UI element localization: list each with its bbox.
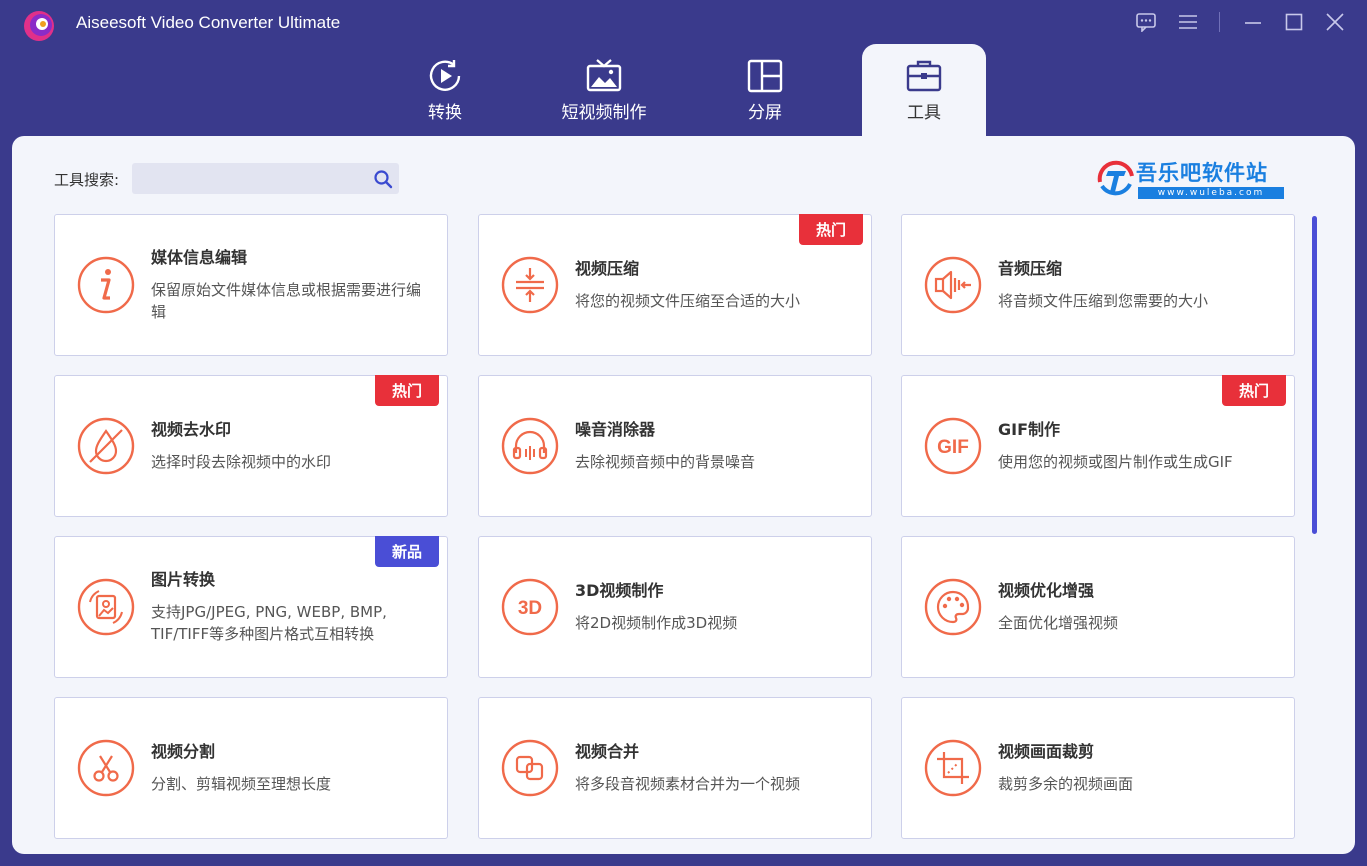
tab-collage-label: 分屏: [748, 103, 782, 123]
title-separator: [1219, 12, 1220, 32]
tool-title: 视频画面裁剪: [998, 742, 1095, 761]
crop-icon: [924, 739, 982, 797]
3d-icon: 3D: [501, 578, 559, 636]
search-label: 工具搜索:: [54, 171, 120, 189]
tool-desc: 支持JPG/JPEG, PNG, WEBP, BMP, TIF/TIFF等多种图…: [151, 603, 387, 643]
chat-icon: [1136, 13, 1156, 32]
tab-convert[interactable]: 转换: [404, 44, 486, 136]
close-button[interactable]: [1322, 10, 1348, 34]
tab-toolbox-label: 工具: [907, 103, 941, 123]
tool-card-video-trimmer[interactable]: 视频分割 分割、剪辑视频至理想长度: [54, 697, 448, 839]
tool-title: 音频压缩: [998, 259, 1063, 278]
tab-collage[interactable]: 分屏: [724, 44, 806, 136]
app-logo-icon: [24, 11, 54, 41]
tool-desc: 将您的视频文件压缩至合适的大小: [575, 292, 801, 310]
watermark-name: 吾乐吧软件站: [1136, 161, 1268, 185]
close-icon: [1326, 13, 1344, 31]
collage-icon: [747, 59, 783, 93]
tool-title: 视频压缩: [575, 259, 640, 278]
tool-desc: 将多段音视频素材合并为一个视频: [575, 775, 801, 793]
tool-desc: 将音频文件压缩到您需要的大小: [998, 292, 1209, 310]
info-icon: [77, 256, 135, 314]
tool-card-video-compressor[interactable]: 热门 视频压缩 将您的视频文件压缩至合适的大小: [478, 214, 872, 356]
audio-compress-icon: [924, 256, 982, 314]
headphones-icon: [501, 417, 559, 475]
tool-title: 媒体信息编辑: [151, 248, 248, 267]
gif-icon: GIF: [924, 417, 982, 475]
tool-card-image-converter[interactable]: 新品 图片转换 支持JPG/JPEG, PNG, WEBP, BMP, TIF/…: [54, 536, 448, 678]
tool-title: GIF制作: [998, 420, 1061, 439]
tool-desc: 保留原始文件媒体信息或根据需要进行编辑: [151, 281, 422, 321]
toolbox-panel: 工具搜索: 吾乐吧软件站 www.wuleba.com 媒体信息编辑 保留原始文…: [12, 136, 1355, 854]
minimize-button[interactable]: [1240, 10, 1266, 34]
feedback-button[interactable]: [1133, 10, 1159, 34]
tool-desc: 全面优化增强视频: [998, 614, 1119, 632]
toolbox-icon: [906, 60, 942, 92]
tool-card-media-metadata[interactable]: 媒体信息编辑 保留原始文件媒体信息或根据需要进行编辑: [54, 214, 448, 356]
svg-text:3D: 3D: [518, 598, 542, 619]
watermark-url: www.wuleba.com: [1138, 187, 1284, 199]
tool-card-noise-remover[interactable]: 噪音消除器 去除视频音频中的背景噪音: [478, 375, 872, 517]
scrollbar-thumb[interactable]: [1312, 216, 1317, 534]
maximize-icon: [1285, 13, 1303, 31]
tool-desc: 将2D视频制作成3D视频: [575, 614, 738, 632]
scissors-icon: [77, 739, 135, 797]
tool-desc: 裁剪多余的视频画面: [998, 775, 1134, 793]
watermark-logo-icon: [1097, 160, 1134, 196]
tool-desc: 分割、剪辑视频至理想长度: [151, 775, 332, 793]
tool-title: 3D视频制作: [575, 581, 664, 600]
image-convert-icon: [77, 578, 135, 636]
minimize-icon: [1245, 22, 1261, 24]
tool-title: 图片转换: [151, 570, 216, 589]
app-title: Aiseesoft Video Converter Ultimate: [76, 13, 341, 32]
tool-title: 噪音消除器: [575, 420, 656, 439]
tool-card-watermark-remover[interactable]: 热门 视频去水印 选择时段去除视频中的水印: [54, 375, 448, 517]
tool-title: 视频分割: [151, 742, 216, 761]
title-bar: Aiseesoft Video Converter Ultimate: [0, 0, 1367, 44]
watermark: 吾乐吧软件站 www.wuleba.com: [1096, 160, 1286, 200]
tab-convert-label: 转换: [428, 103, 462, 123]
merge-icon: [501, 739, 559, 797]
tab-toolbox[interactable]: 工具: [862, 44, 986, 136]
tool-card-gif-maker[interactable]: 热门 GIF GIF制作 使用您的视频或图片制作或生成GIF: [901, 375, 1295, 517]
tool-desc: 选择时段去除视频中的水印: [151, 453, 332, 471]
search-icon[interactable]: [373, 169, 393, 189]
hamburger-icon: [1179, 15, 1197, 29]
watermark-remove-icon: [77, 417, 135, 475]
mv-icon: [586, 59, 622, 92]
convert-icon: [429, 60, 461, 91]
maximize-button[interactable]: [1281, 10, 1307, 34]
tool-card-video-enhancer[interactable]: 视频优化增强 全面优化增强视频: [901, 536, 1295, 678]
tool-title: 视频优化增强: [998, 581, 1095, 600]
search-box: [132, 163, 399, 194]
tool-desc: 去除视频音频中的背景噪音: [575, 453, 756, 471]
compress-icon: [501, 256, 559, 314]
tool-card-video-merger[interactable]: 视频合并 将多段音视频素材合并为一个视频: [478, 697, 872, 839]
search-input[interactable]: [132, 163, 364, 194]
svg-text:GIF: GIF: [937, 437, 969, 458]
tool-card-video-cropper[interactable]: 视频画面裁剪 裁剪多余的视频画面: [901, 697, 1295, 839]
palette-icon: [924, 578, 982, 636]
tab-mv[interactable]: 短视频制作: [553, 44, 655, 136]
tool-card-3d-maker[interactable]: 3D 3D视频制作 将2D视频制作成3D视频: [478, 536, 872, 678]
menu-button[interactable]: [1175, 10, 1201, 34]
tool-desc: 使用您的视频或图片制作或生成GIF: [998, 453, 1233, 471]
tool-title: 视频合并: [575, 742, 640, 761]
tool-title: 视频去水印: [151, 420, 232, 439]
tool-card-audio-compressor[interactable]: 音频压缩 将音频文件压缩到您需要的大小: [901, 214, 1295, 356]
tab-mv-label: 短视频制作: [561, 103, 647, 123]
